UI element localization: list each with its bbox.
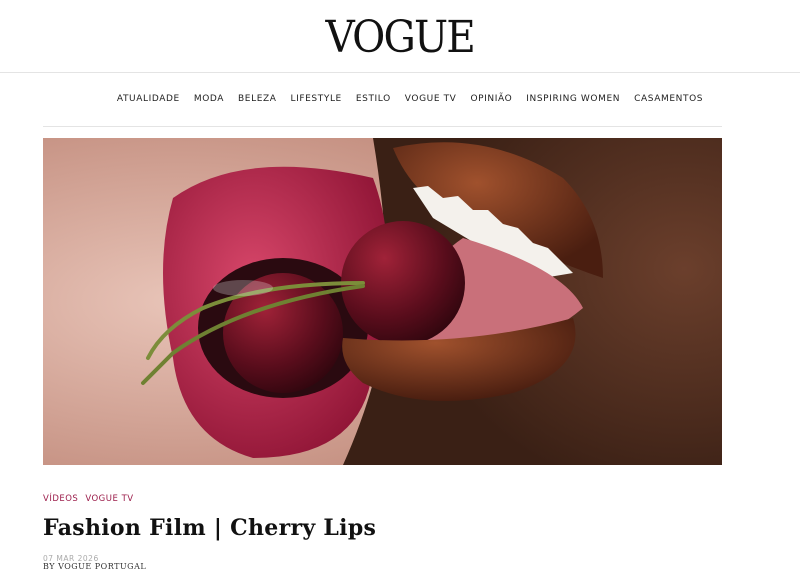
hero-illustration xyxy=(43,138,722,465)
nav-item-estilo[interactable]: ESTILO xyxy=(356,94,391,104)
article-title: Fashion Film | Cherry Lips xyxy=(43,515,377,541)
nav-item-moda[interactable]: MODA xyxy=(194,94,224,104)
hero-image[interactable] xyxy=(43,138,722,465)
divider xyxy=(43,126,722,127)
nav-item-inspiring-women[interactable]: INSPIRING WOMEN xyxy=(526,94,620,104)
nav-item-atualidade[interactable]: ATUALIDADE xyxy=(117,94,180,104)
masthead: VOGUE xyxy=(0,0,800,73)
nav-item-casamentos[interactable]: CASAMENTOS xyxy=(634,94,703,104)
nav-item-opiniao[interactable]: OPINIÃO xyxy=(470,94,512,104)
nav-item-vogue-tv[interactable]: VOGUE TV xyxy=(405,94,457,104)
nav-item-beleza[interactable]: BELEZA xyxy=(238,94,276,104)
main-nav: ATUALIDADE MODA BELEZA LIFESTYLE ESTILO … xyxy=(0,88,800,110)
nav-item-lifestyle[interactable]: LIFESTYLE xyxy=(291,94,342,104)
vogue-logo[interactable]: VOGUE xyxy=(326,12,476,63)
category-link-videos[interactable]: VÍDEOS xyxy=(43,494,78,504)
lip-highlight xyxy=(213,280,273,296)
article-byline: BY VOGUE PORTUGAL xyxy=(43,562,147,571)
article-categories: VÍDEOS VOGUE TV xyxy=(43,494,134,504)
category-link-vogue-tv[interactable]: VOGUE TV xyxy=(85,494,133,504)
